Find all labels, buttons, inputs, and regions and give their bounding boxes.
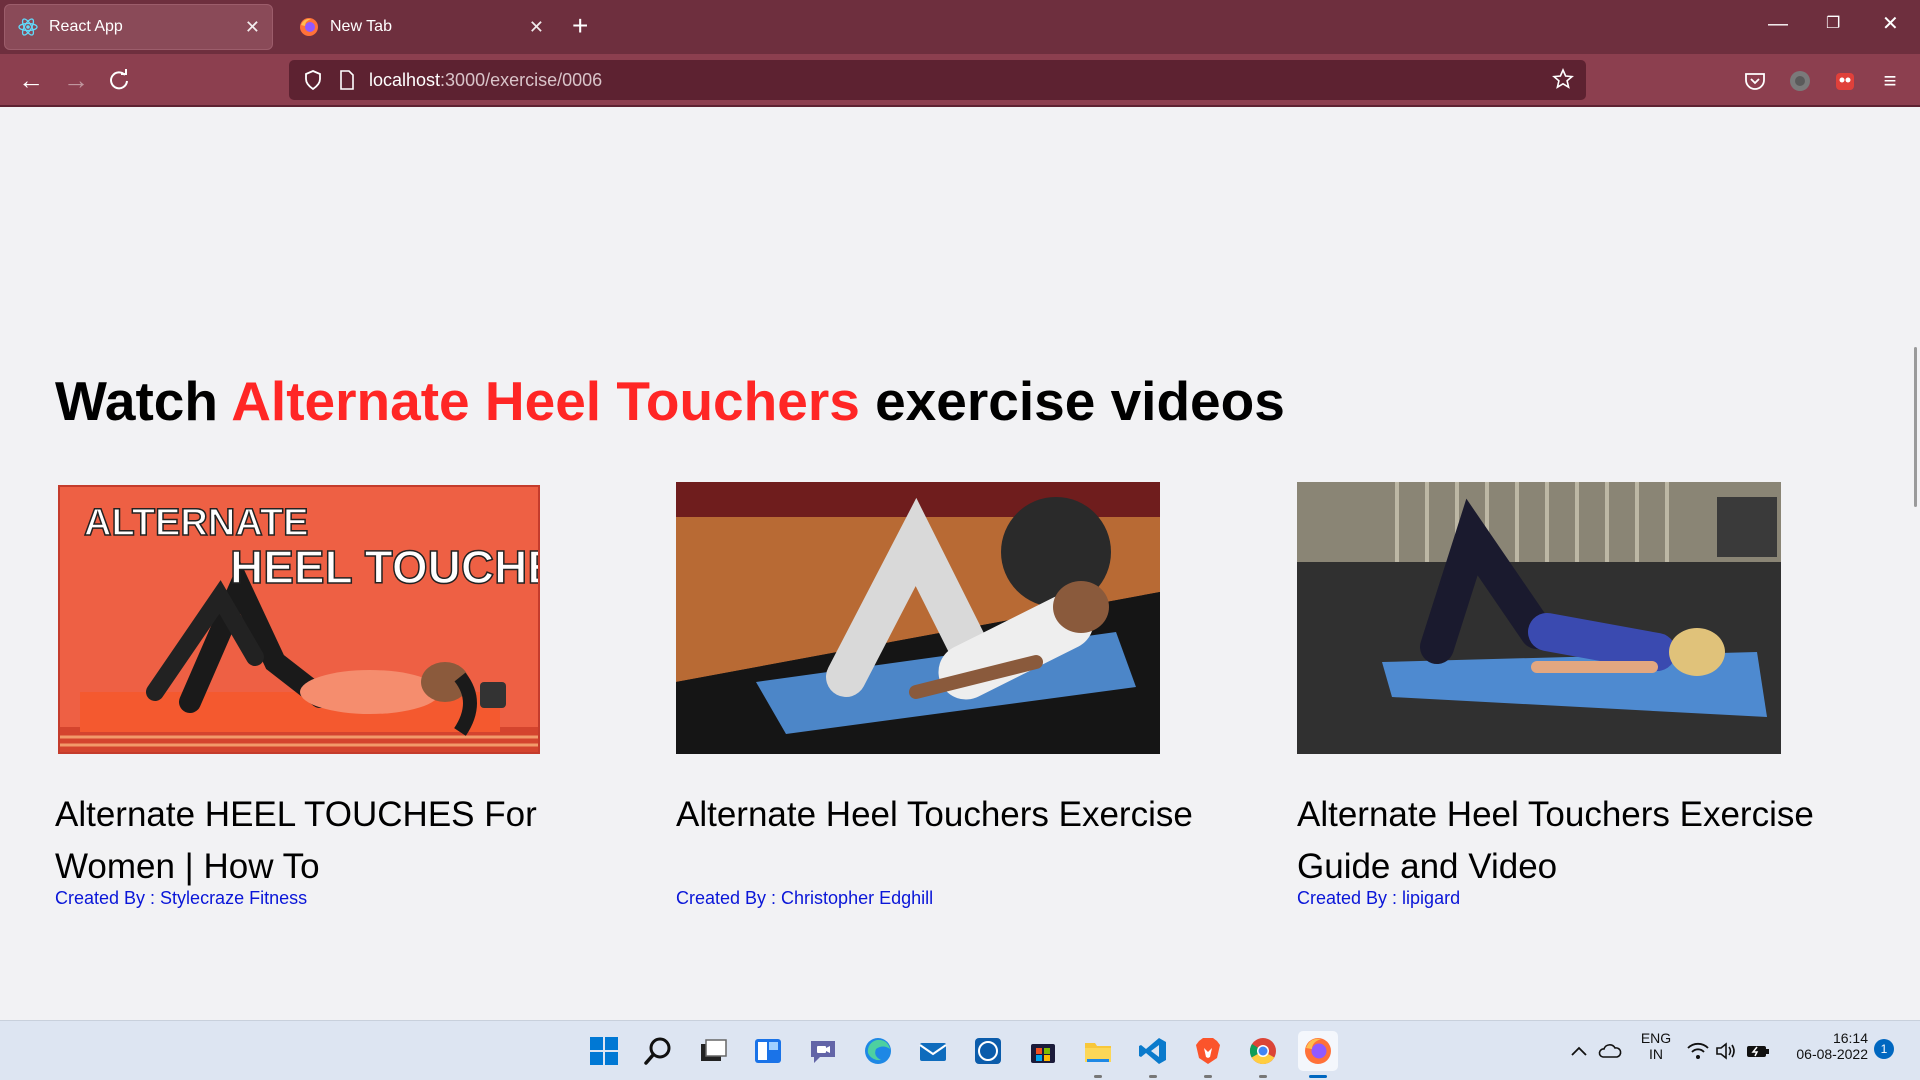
video-thumbnail[interactable] bbox=[1297, 482, 1781, 754]
minimize-icon[interactable]: — bbox=[1768, 12, 1788, 36]
edge-icon[interactable] bbox=[858, 1031, 898, 1071]
clock-date: 06-08-2022 bbox=[1796, 1046, 1868, 1062]
running-indicator bbox=[1204, 1075, 1212, 1078]
shield-icon[interactable] bbox=[301, 68, 325, 92]
heading-prefix: Watch bbox=[55, 370, 232, 432]
clock-time: 16:14 bbox=[1832, 1030, 1868, 1046]
firefox-icon[interactable] bbox=[1298, 1031, 1338, 1078]
reload-icon[interactable] bbox=[108, 66, 130, 96]
taskbar: ENG IN 16:14 06-08-2022 bbox=[0, 1020, 1920, 1080]
file-explorer-icon[interactable] bbox=[1078, 1031, 1118, 1078]
chrome-icon[interactable] bbox=[1243, 1031, 1283, 1078]
tab-title: New Tab bbox=[330, 18, 392, 35]
menu-icon[interactable]: ≡ bbox=[1876, 67, 1904, 95]
vscode-icon[interactable] bbox=[1133, 1031, 1173, 1078]
language-indicator[interactable]: ENG IN bbox=[1634, 1030, 1678, 1062]
wifi-icon[interactable] bbox=[1686, 1039, 1710, 1063]
bookmark-star-icon[interactable] bbox=[1552, 67, 1574, 95]
restore-icon[interactable]: ❐ bbox=[1826, 12, 1840, 36]
volume-icon[interactable] bbox=[1714, 1039, 1738, 1063]
notification-badge[interactable]: 1 bbox=[1874, 1039, 1894, 1059]
language-code: ENG bbox=[1640, 1030, 1672, 1046]
new-tab-button[interactable]: + bbox=[572, 12, 588, 40]
widgets-icon[interactable] bbox=[748, 1031, 788, 1071]
browser-nav-bar: ← → localhost:3000/exercise/0006 ≡ bbox=[0, 54, 1920, 106]
pocket-icon[interactable] bbox=[1741, 67, 1769, 95]
video-title[interactable]: Alternate Heel Touchers Exercise bbox=[676, 789, 1196, 841]
tab-react-app[interactable]: React App ✕ bbox=[4, 4, 273, 50]
back-icon[interactable]: ← bbox=[18, 66, 44, 94]
react-icon bbox=[17, 16, 39, 38]
forward-icon[interactable]: → bbox=[63, 66, 89, 94]
video-channel[interactable]: Created By : Stylecraze Fitness bbox=[55, 888, 307, 909]
store-icon[interactable] bbox=[1023, 1031, 1063, 1071]
close-tab-icon[interactable]: ✕ bbox=[529, 17, 544, 38]
videos-heading: Watch Alternate Heel Touchers exercise v… bbox=[55, 369, 1285, 433]
extension-icon[interactable] bbox=[1831, 67, 1859, 95]
url-path: :3000/exercise/0006 bbox=[440, 69, 603, 90]
clock[interactable]: 16:14 06-08-2022 bbox=[1780, 1030, 1868, 1062]
account-icon[interactable] bbox=[1786, 67, 1814, 95]
video-title[interactable]: Alternate HEEL TOUCHES For Women | How T… bbox=[55, 789, 575, 893]
task-view-icon[interactable] bbox=[693, 1031, 733, 1071]
brave-icon[interactable] bbox=[1188, 1031, 1228, 1078]
battery-charging-icon[interactable] bbox=[1746, 1039, 1770, 1063]
url-host: localhost bbox=[369, 69, 441, 90]
running-indicator bbox=[1259, 1075, 1267, 1078]
thumbnail-text-1: ALTERNATE bbox=[84, 502, 308, 544]
video-channel[interactable]: Created By : lipigard bbox=[1297, 888, 1460, 909]
search-icon[interactable] bbox=[638, 1031, 678, 1071]
close-window-icon[interactable]: ✕ bbox=[1882, 12, 1899, 36]
tab-new-tab[interactable]: New Tab ✕ bbox=[286, 4, 556, 50]
address-bar[interactable]: localhost:3000/exercise/0006 bbox=[289, 60, 1586, 100]
firefox-icon bbox=[298, 16, 320, 38]
thumbnail-text-2: HEEL TOUCHES bbox=[230, 541, 538, 593]
running-indicator bbox=[1149, 1075, 1157, 1078]
running-indicator bbox=[1309, 1075, 1327, 1078]
url-text: localhost:3000/exercise/0006 bbox=[369, 70, 602, 91]
onedrive-icon[interactable] bbox=[1598, 1039, 1622, 1063]
page-scrollbar[interactable] bbox=[1914, 347, 1917, 507]
windows-start-icon[interactable] bbox=[584, 1031, 624, 1071]
browser-tab-bar: React App ✕ New Tab ✕ + — ❐ ✕ bbox=[0, 0, 1920, 54]
close-tab-icon[interactable]: ✕ bbox=[245, 17, 260, 38]
page-icon bbox=[335, 68, 359, 92]
heading-suffix: exercise videos bbox=[859, 370, 1285, 432]
video-channel[interactable]: Created By : Christopher Edghill bbox=[676, 888, 933, 909]
chevron-up-icon[interactable] bbox=[1567, 1039, 1591, 1063]
page-content: Watch Alternate Heel Touchers exercise v… bbox=[0, 107, 1920, 1020]
video-thumbnail[interactable] bbox=[676, 482, 1160, 754]
dell-icon[interactable] bbox=[968, 1031, 1008, 1071]
exercise-name: Alternate Heel Touchers bbox=[231, 370, 860, 432]
video-title[interactable]: Alternate Heel Touchers Exercise Guide a… bbox=[1297, 789, 1817, 893]
mail-icon[interactable] bbox=[913, 1031, 953, 1071]
region-code: IN bbox=[1649, 1046, 1663, 1062]
teams-chat-icon[interactable] bbox=[803, 1031, 843, 1071]
running-indicator bbox=[1094, 1075, 1102, 1078]
video-thumbnail[interactable]: ALTERNATE HEEL TOUCHES bbox=[58, 485, 540, 754]
tab-title: React App bbox=[49, 18, 123, 35]
